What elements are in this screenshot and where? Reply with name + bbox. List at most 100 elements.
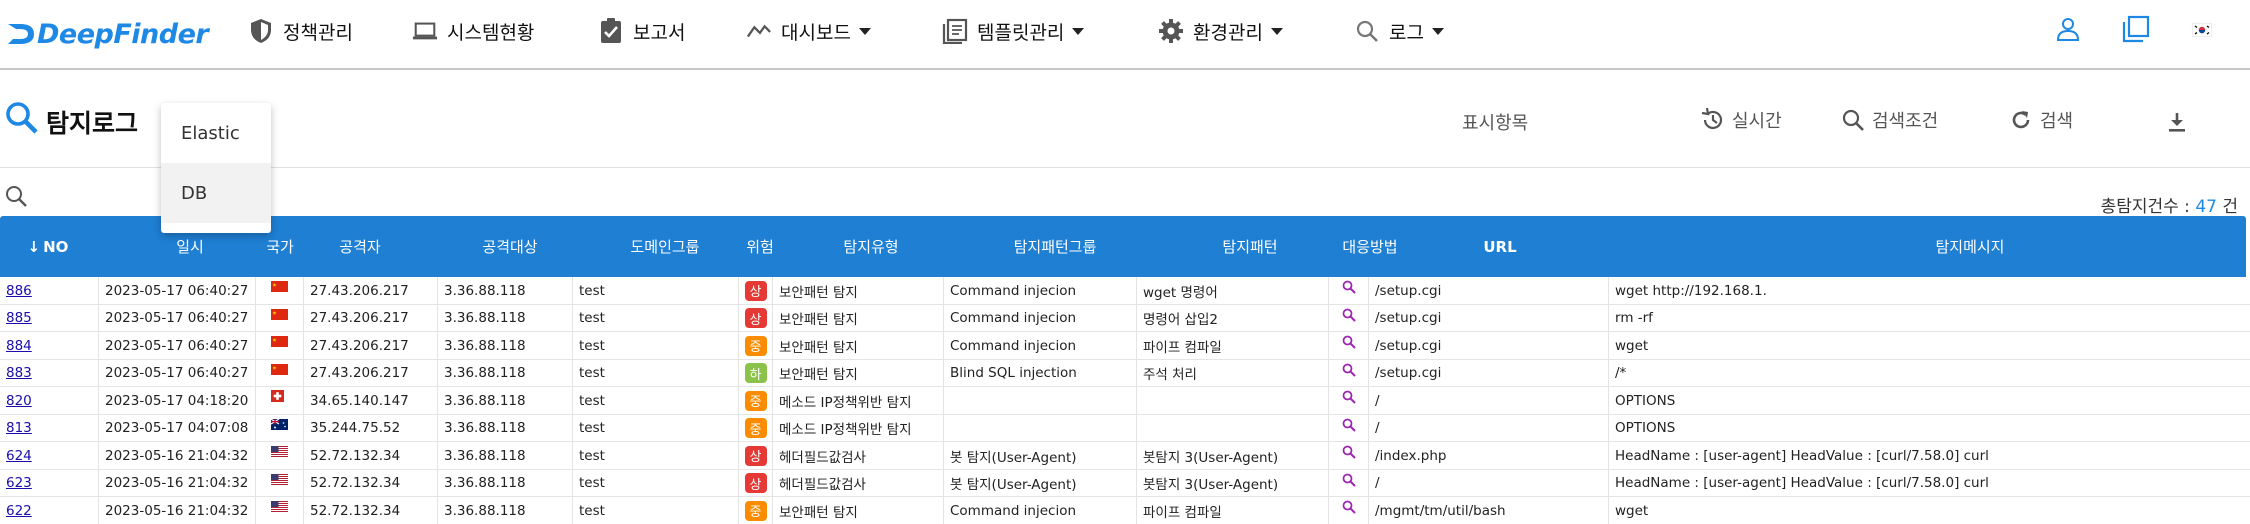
- cell-pattern: 파이프 컴파일: [1136, 332, 1328, 360]
- cell-attacker: 52.72.132.34: [303, 442, 437, 470]
- msg-text: OPTIONS: [1615, 392, 1676, 409]
- domain-text: test: [579, 392, 605, 409]
- cell-type: 보안패턴 탐지: [772, 277, 943, 305]
- table-row[interactable]: 813 2023-05-17 04:07:08 35.244.75.52 3.36.8…: [0, 414, 2250, 442]
- cell-domain: test: [572, 304, 738, 332]
- toolbar-divider: [0, 167, 2250, 168]
- cell-pattern: [1136, 414, 1328, 442]
- cell-pattern: wget 명령어: [1136, 277, 1328, 305]
- search-button[interactable]: 검색: [2008, 104, 2073, 136]
- cell-time: 2023-05-17 04:18:20: [98, 387, 255, 415]
- language-selector[interactable]: [2184, 14, 2220, 48]
- cell-risk: 상: [738, 304, 772, 332]
- nav-system-status[interactable]: 시스템현황: [412, 14, 534, 48]
- column-header-response[interactable]: 대응방법: [1334, 216, 1406, 277]
- cell-country: [255, 414, 303, 442]
- response-detail-icon[interactable]: [1342, 390, 1356, 408]
- cell-pgroup: Command injecion: [943, 304, 1136, 332]
- search-conditions-button[interactable]: 검색조건: [1840, 104, 1938, 136]
- table-row[interactable]: 884 2023-05-17 06:40:27 27.43.206.217 3.36.…: [0, 332, 2250, 360]
- nav-policy-management[interactable]: 정책관리: [248, 14, 353, 48]
- pattern-text: 파이프 컴파일: [1143, 339, 1222, 356]
- windows-icon: [2121, 14, 2151, 48]
- row-number-link[interactable]: 883: [6, 365, 32, 381]
- response-detail-icon[interactable]: [1342, 500, 1356, 518]
- cell-no: 883: [0, 360, 98, 388]
- display-items-button[interactable]: 표시항목: [1462, 106, 1528, 138]
- url-text: /: [1375, 475, 1380, 492]
- column-header-message[interactable]: 탐지메시지: [1900, 216, 2040, 277]
- cell-pgroup: Blind SQL injection: [943, 359, 1136, 387]
- row-number-link[interactable]: 622: [6, 503, 32, 519]
- nav-label: 대시보드: [781, 21, 851, 44]
- cell-type: 보안패턴 탐지: [772, 332, 943, 360]
- url-text: /setup.cgi: [1375, 337, 1442, 354]
- cell-domain: test: [572, 414, 738, 442]
- column-header-attacker[interactable]: 공격자: [310, 216, 410, 277]
- row-number-link[interactable]: 623: [6, 475, 32, 491]
- cell-type: 헤더필드값검사: [772, 469, 943, 497]
- column-header-target[interactable]: 공격대상: [460, 216, 560, 277]
- domain-text: test: [579, 282, 605, 299]
- column-header-no[interactable]: ↓ NO: [20, 216, 76, 277]
- laptop-icon: [412, 18, 438, 44]
- cell-target: 3.36.88.118: [437, 359, 572, 387]
- type-text: 메소드 IP정책위반 탐지: [779, 394, 912, 411]
- column-header-url[interactable]: URL: [1470, 216, 1530, 277]
- table-row[interactable]: 820 2023-05-17 04:18:20 34.65.140.147 3.36.…: [0, 387, 2250, 415]
- table-row[interactable]: 624 2023-05-16 21:04:32 52.72.132.34 3.36.8…: [0, 442, 2250, 470]
- column-header-pattern[interactable]: 탐지패턴: [1200, 216, 1300, 277]
- response-detail-icon[interactable]: [1342, 445, 1356, 463]
- deepfinder-logo[interactable]: DeepFinder: [6, 14, 209, 54]
- row-number-link[interactable]: 820: [6, 393, 32, 409]
- pattern-text: 파이프 컴파일: [1143, 504, 1222, 521]
- nav-reports[interactable]: 보고서: [598, 14, 685, 48]
- row-number-link[interactable]: 624: [6, 448, 32, 464]
- column-header-detection-type[interactable]: 탐지유형: [816, 216, 926, 277]
- response-detail-icon[interactable]: [1342, 308, 1356, 326]
- dropdown-item-elastic[interactable]: Elastic: [161, 103, 271, 163]
- table-row[interactable]: 883 2023-05-17 06:40:27 27.43.206.217 3.36.…: [0, 359, 2250, 388]
- nav-dashboard[interactable]: 대시보드: [746, 14, 871, 48]
- cell-domain: test: [572, 442, 738, 470]
- column-header-risk[interactable]: 위험: [740, 216, 780, 277]
- response-detail-icon[interactable]: [1342, 335, 1356, 353]
- attacker-text: 52.72.132.34: [310, 447, 401, 464]
- cell-no: 622: [0, 497, 98, 524]
- nav-template-management[interactable]: 템플릿관리: [942, 14, 1085, 48]
- target-text: 3.36.88.118: [444, 310, 526, 327]
- user-account-button[interactable]: [2050, 14, 2086, 48]
- cell-msg: HeadName : [user-agent] HeadValue : [cur…: [1608, 442, 2250, 470]
- column-header-domain-group[interactable]: 도메인그룹: [610, 216, 720, 277]
- nav-environment-management[interactable]: 환경관리: [1158, 14, 1283, 48]
- nav-logs[interactable]: 로그: [1354, 14, 1444, 48]
- download-button[interactable]: [2164, 106, 2196, 138]
- row-number-link[interactable]: 886: [6, 283, 32, 299]
- chevron-down-icon: [1072, 27, 1085, 35]
- table-row[interactable]: 623 2023-05-16 21:04:32 52.72.132.34 3.36.8…: [0, 469, 2250, 497]
- realtime-label: 실시간: [1732, 111, 1782, 132]
- total-label: 총탐지건수 :: [2100, 197, 2196, 217]
- table-row[interactable]: 886 2023-05-17 06:40:27 27.43.206.217 3.36.…: [0, 277, 2250, 305]
- response-detail-icon[interactable]: [1342, 363, 1356, 381]
- column-header-pattern-group[interactable]: 탐지패턴그룹: [990, 216, 1120, 277]
- dropdown-item-db[interactable]: DB: [161, 163, 271, 223]
- row-number-link[interactable]: 885: [6, 310, 32, 326]
- quick-search-icon[interactable]: [4, 184, 28, 208]
- target-text: 3.36.88.118: [444, 282, 526, 299]
- table-row[interactable]: 885 2023-05-17 06:40:27 27.43.206.217 3.36.…: [0, 304, 2250, 332]
- domain-text: test: [579, 365, 605, 382]
- row-number-link[interactable]: 813: [6, 420, 32, 436]
- window-toggle-button[interactable]: [2118, 14, 2154, 48]
- response-detail-icon[interactable]: [1342, 280, 1356, 298]
- response-detail-icon[interactable]: [1342, 473, 1356, 491]
- cell-url: /setup.cgi: [1368, 359, 1608, 387]
- response-detail-icon[interactable]: [1342, 418, 1356, 436]
- cell-attacker: 27.43.206.217: [303, 332, 437, 360]
- cell-target: 3.36.88.118: [437, 277, 572, 305]
- pattern-text: 봇탐지 3(User-Agent): [1143, 477, 1279, 494]
- pgroup-text: Command injecion: [950, 337, 1077, 354]
- table-row[interactable]: 622 2023-05-16 21:04:32 52.72.132.34 3.36.8…: [0, 497, 2250, 524]
- realtime-button[interactable]: 실시간: [1700, 104, 1782, 136]
- row-number-link[interactable]: 884: [6, 338, 32, 354]
